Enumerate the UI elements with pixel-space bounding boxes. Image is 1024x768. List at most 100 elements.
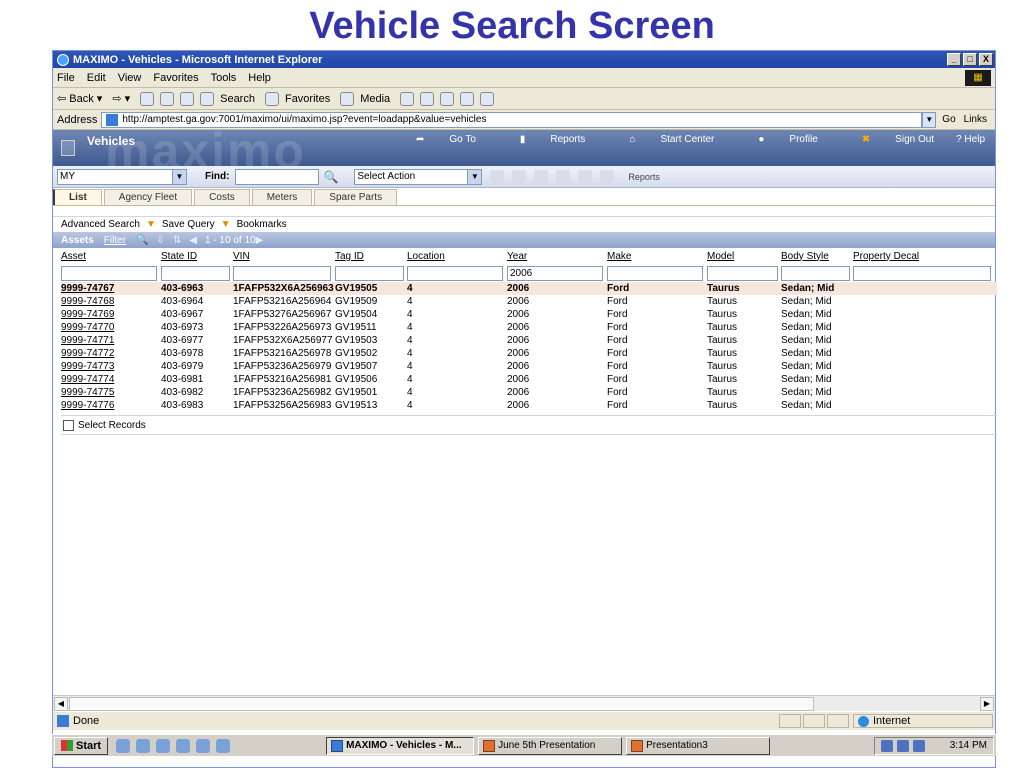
asset-link[interactable]: 9999-74768	[61, 295, 161, 308]
goto-link[interactable]: ➦ Go To	[394, 134, 476, 145]
start-button[interactable]: Start	[54, 736, 109, 755]
start-center-link[interactable]: ⌂ Start Center	[607, 134, 714, 145]
filter-year-input[interactable]: 2006⚲	[507, 265, 614, 281]
favorites-button[interactable]: Favorites	[285, 93, 330, 105]
quick-launch-icon[interactable]	[196, 738, 211, 753]
table-row[interactable]: 9999-74776 403-6983 1FAFP53256A256983 GV…	[61, 399, 997, 412]
table-row[interactable]: 9999-74772 403-6978 1FAFP53216A256978 GV…	[61, 347, 997, 360]
previous-page-icon[interactable]: ◀	[189, 235, 197, 246]
tab-meters[interactable]: Meters	[251, 189, 313, 205]
next-icon[interactable]	[556, 169, 571, 184]
scroll-right-icon[interactable]: ▶	[980, 697, 994, 711]
asset-link[interactable]: 9999-74775	[61, 386, 161, 399]
select-records[interactable]: Select Records	[63, 420, 995, 431]
go-button[interactable]: Go	[942, 114, 955, 125]
column-header[interactable]: Asset	[61, 248, 161, 264]
back-button[interactable]: ⇦ Back ▾	[57, 92, 102, 105]
close-button[interactable]: X	[979, 53, 993, 66]
help-link[interactable]: ? Help	[956, 134, 985, 145]
security-icon[interactable]	[897, 739, 909, 752]
clear-icon[interactable]	[512, 169, 527, 184]
edit-icon[interactable]	[460, 91, 475, 106]
scroll-thumb[interactable]	[69, 697, 814, 711]
history-icon[interactable]	[400, 91, 415, 106]
table-row[interactable]: 9999-74767 403-6963 1FAFP532X6A256963 GV…	[61, 282, 997, 295]
table-row[interactable]: 9999-74769 403-6967 1FAFP53276A256967 GV…	[61, 308, 997, 321]
save-query-button[interactable]: Save Query	[162, 219, 215, 230]
menu-help[interactable]: Help	[248, 72, 271, 84]
forward-button[interactable]: ⇨ ▾	[112, 92, 130, 105]
menu-view[interactable]: View	[118, 72, 142, 84]
refresh-icon[interactable]	[160, 91, 175, 106]
filter-model-input[interactable]	[707, 265, 779, 281]
reports-button[interactable]: Reports	[628, 172, 660, 182]
taskbar-item-presentation[interactable]: June 5th Presentation	[478, 736, 623, 755]
asset-link[interactable]: 9999-74776	[61, 399, 161, 412]
quick-launch-icon[interactable]	[156, 738, 171, 753]
save-icon[interactable]	[490, 169, 505, 184]
address-dropdown[interactable]: ▼	[922, 111, 937, 128]
menu-tools[interactable]: Tools	[211, 72, 237, 84]
scroll-left-icon[interactable]: ◀	[54, 697, 68, 711]
home-icon[interactable]	[180, 91, 195, 106]
asset-link[interactable]: 9999-74767	[61, 282, 161, 295]
stop-icon[interactable]	[140, 91, 155, 106]
query-select[interactable]: MY ▼	[57, 168, 187, 185]
download-icon[interactable]: ⇩	[157, 235, 165, 246]
asset-link[interactable]: 9999-74774	[61, 373, 161, 386]
quick-launch-icon[interactable]	[116, 738, 131, 753]
quick-launch-icon[interactable]	[176, 738, 191, 753]
asset-link[interactable]: 9999-74771	[61, 334, 161, 347]
asset-link[interactable]: 9999-74769	[61, 308, 161, 321]
asset-link[interactable]: 9999-74773	[61, 360, 161, 373]
maximize-button[interactable]: □	[963, 53, 977, 66]
filter-vin-input[interactable]	[233, 265, 331, 281]
discuss-icon[interactable]	[480, 91, 495, 106]
taskbar-item-maximo[interactable]: MAXIMO - Vehicles - M...	[326, 736, 475, 755]
route-icon[interactable]	[578, 169, 593, 184]
next-page-icon[interactable]: ▶	[256, 235, 264, 246]
column-header[interactable]: Tag ID	[335, 248, 407, 264]
filter-asset-input[interactable]: ✎	[61, 265, 168, 281]
binoculars-icon[interactable]: 🔍	[136, 235, 148, 246]
table-row[interactable]: 9999-74775 403-6982 1FAFP53236A256982 GV…	[61, 386, 997, 399]
asset-link[interactable]: 9999-74772	[61, 347, 161, 360]
search-button[interactable]: Search	[220, 93, 255, 105]
column-header[interactable]: VIN	[233, 248, 335, 264]
select-records-checkbox[interactable]	[63, 420, 74, 431]
find-input[interactable]	[235, 168, 320, 185]
menu-edit[interactable]: Edit	[87, 72, 106, 84]
mail-icon[interactable]	[420, 91, 435, 106]
tab-agency-fleet[interactable]: Agency Fleet	[103, 189, 193, 205]
previous-icon[interactable]	[534, 169, 549, 184]
network-icon[interactable]	[913, 739, 925, 752]
filter-property-decal-input[interactable]	[853, 265, 992, 281]
tab-costs[interactable]: Costs	[194, 189, 250, 205]
reports-link[interactable]: ▮ Reports	[498, 134, 586, 145]
signout-link[interactable]: ✖ Sign Out	[840, 134, 934, 145]
address-input[interactable]: http://amptest.ga.gov:7001/maximo/ui/max…	[101, 111, 923, 128]
volume-icon[interactable]	[881, 739, 893, 752]
table-row[interactable]: 9999-74771 403-6977 1FAFP532X6A256977 GV…	[61, 334, 997, 347]
select-action-dropdown[interactable]: Select Action ▼	[354, 168, 483, 185]
filter-state-id-input[interactable]	[161, 265, 231, 281]
filter-tag-id-input[interactable]	[335, 265, 405, 281]
taskbar-item-presentation3[interactable]: Presentation3	[626, 736, 771, 755]
column-header[interactable]: Property Decal	[853, 248, 997, 264]
minimize-button[interactable]: _	[947, 53, 961, 66]
quick-launch-icon[interactable]	[136, 738, 151, 753]
filter-toggle[interactable]: Filter	[104, 235, 126, 246]
tab-spare-parts[interactable]: Spare Parts	[314, 189, 398, 205]
media-button[interactable]: Media	[360, 93, 390, 105]
menu-favorites[interactable]: Favorites	[153, 72, 198, 84]
filter-body-style-input[interactable]	[781, 265, 851, 281]
profile-link[interactable]: ● Profile	[736, 134, 817, 145]
table-row[interactable]: 9999-74768 403-6964 1FAFP53216A256964 GV…	[61, 295, 997, 308]
filter-make-input[interactable]: ⚲	[607, 265, 714, 281]
bookmarks-button[interactable]: Bookmarks	[237, 219, 287, 230]
binoculars-icon[interactable]: 🔍	[323, 170, 338, 184]
column-header[interactable]: State ID	[161, 248, 233, 264]
quick-launch-icon[interactable]	[216, 738, 231, 753]
filter-location-input[interactable]: ✎	[407, 265, 514, 281]
column-header[interactable]: Location	[407, 248, 507, 264]
